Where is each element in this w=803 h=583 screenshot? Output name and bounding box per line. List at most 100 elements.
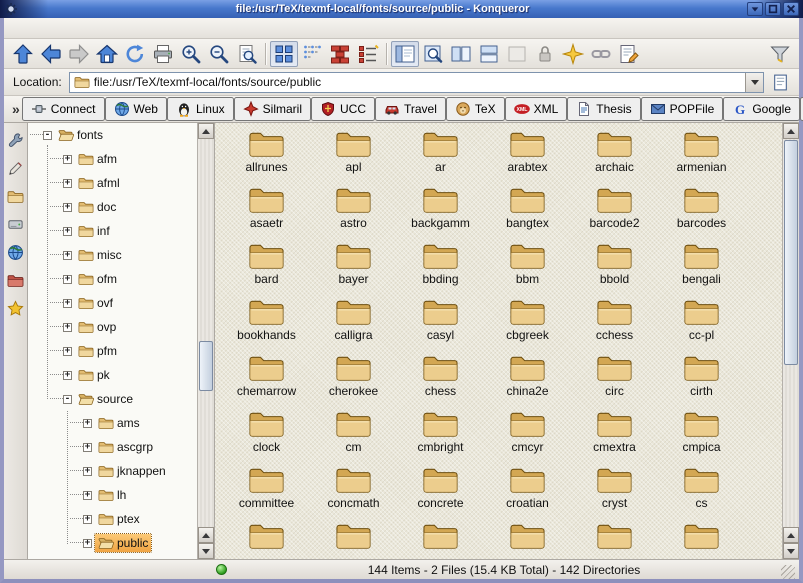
tree-item[interactable]: + misc [28,243,197,267]
tree-expander[interactable]: + [83,539,92,548]
tree-expander[interactable]: + [83,443,92,452]
folder-item[interactable]: barcodes [658,185,745,241]
folder-item[interactable]: concmath [310,465,397,521]
folder-item[interactable]: ar [397,129,484,185]
bookmark-item[interactable]: Silmaril [234,97,311,121]
tree-item[interactable]: + pfm [28,339,197,363]
bookmark-item[interactable]: Web [105,97,167,121]
toolbar-button-forward[interactable] [65,41,93,67]
folder-item[interactable]: asaetr [223,185,310,241]
folder-item[interactable] [484,521,571,559]
folder-item[interactable]: cirth [658,353,745,409]
tree-scroll-up-button[interactable] [198,123,214,139]
bookmark-item[interactable]: Linux [167,97,234,121]
tree-item[interactable]: + jknappen [28,459,197,483]
tree-item[interactable]: + ptex [28,507,197,531]
tree-expander[interactable]: + [63,251,72,260]
menu-item[interactable] [26,27,42,29]
toolbar-button-reload[interactable] [121,41,149,67]
folder-item[interactable]: bard [223,241,310,297]
folder-item[interactable]: clock [223,409,310,465]
folder-item[interactable]: cherokee [310,353,397,409]
location-dropdown-button[interactable] [745,73,763,92]
sidebar-tab-devices[interactable] [6,214,26,234]
tree-item[interactable]: + ovp [28,315,197,339]
tree-item[interactable]: + lh [28,483,197,507]
tree-item[interactable]: + afml [28,171,197,195]
bookmark-item[interactable]: Connect [22,97,105,121]
tree-item-body[interactable]: public [95,534,151,552]
menu-item[interactable] [122,27,138,29]
toolbar-button-detailed-view[interactable] [354,41,382,67]
folder-item[interactable]: arabtex [484,129,571,185]
bookmark-item[interactable]: UCC [311,97,375,121]
folder-item[interactable]: bayer [310,241,397,297]
toolbar-button-split-view-top-bottom[interactable] [475,41,503,67]
folder-item[interactable]: barcode2 [571,185,658,241]
close-button[interactable] [783,2,799,16]
tree-item-body[interactable]: afml [75,174,123,192]
view-scroll-up-button[interactable] [783,123,799,139]
view-scroll-down-button[interactable] [783,543,799,559]
tree-expander[interactable]: + [63,203,72,212]
titlebar[interactable]: file:/usr/TeX/texmf-local/fonts/source/p… [0,0,803,18]
folder-item[interactable] [223,521,310,559]
tree-expander[interactable]: + [63,179,72,188]
folder-item[interactable]: concrete [397,465,484,521]
menu-item[interactable] [90,27,106,29]
folder-item[interactable] [658,521,745,559]
menu-item[interactable] [58,27,74,29]
menu-item[interactable] [106,27,122,29]
bookmark-item[interactable]: Thesis [567,97,640,121]
toolbar-button-view-filter[interactable] [766,41,794,67]
tree-item-body[interactable]: ovf [75,294,116,312]
bookmark-item[interactable]: XML XML [505,97,568,121]
tree-item[interactable]: + pk [28,363,197,387]
folder-item[interactable]: bbm [484,241,571,297]
bookmark-item[interactable]: TeX [446,97,505,121]
tree-item-body[interactable]: fonts [55,126,106,144]
folder-item[interactable]: allrunes [223,129,310,185]
tree-item-body[interactable]: ovp [75,318,119,336]
tree-item[interactable]: + ams [28,411,197,435]
tree-item[interactable]: + doc [28,195,197,219]
tree-item[interactable]: + ascgrp [28,435,197,459]
view-scroll-track[interactable] [783,139,799,527]
menu-item[interactable] [42,27,58,29]
minimize-button[interactable] [747,2,763,16]
tree-expander[interactable]: + [63,371,72,380]
folder-item[interactable] [571,521,658,559]
tree-item[interactable]: + inf [28,219,197,243]
folder-item[interactable]: backgamm [397,185,484,241]
folder-item[interactable] [310,521,397,559]
tree-expander[interactable]: + [63,227,72,236]
folder-item[interactable]: chemarrow [223,353,310,409]
sidebar-tab-root-folder[interactable] [6,270,26,290]
toolbar-button-home[interactable] [93,41,121,67]
tree-expander[interactable]: + [83,419,92,428]
tree-expander[interactable]: + [83,467,92,476]
toolbar-button-multicolumn-view[interactable] [298,41,326,67]
tree-expander[interactable]: + [63,323,72,332]
folder-item[interactable]: cmcyr [484,409,571,465]
toolbar-button-remove-active-view[interactable] [503,41,531,67]
tree-item-body[interactable]: jknappen [95,462,169,480]
tree-item-body[interactable]: misc [75,246,125,264]
location-combo[interactable]: file:/usr/TeX/texmf-local/fonts/source/p… [69,72,764,93]
folder-item[interactable]: bookhands [223,297,310,353]
location-extension-icon[interactable] [771,73,790,92]
menu-item[interactable] [74,27,90,29]
folder-item[interactable]: astro [310,185,397,241]
tree-item-body[interactable]: ptex [95,510,143,528]
toolbar-button-back[interactable] [37,41,65,67]
view-scroll-thumb[interactable] [784,140,798,365]
toolbar-button-show-navigation-panel[interactable] [391,41,419,67]
toolbar-button-find-file[interactable] [233,41,261,67]
folder-item[interactable]: cs [658,465,745,521]
tree-item-body[interactable]: inf [75,222,113,240]
menu-item[interactable] [10,27,26,29]
sidebar-tab-history[interactable] [6,158,26,178]
tree-expander[interactable]: - [43,131,52,140]
tree-scroll-down-button[interactable] [198,543,214,559]
folder-item[interactable]: cmbright [397,409,484,465]
